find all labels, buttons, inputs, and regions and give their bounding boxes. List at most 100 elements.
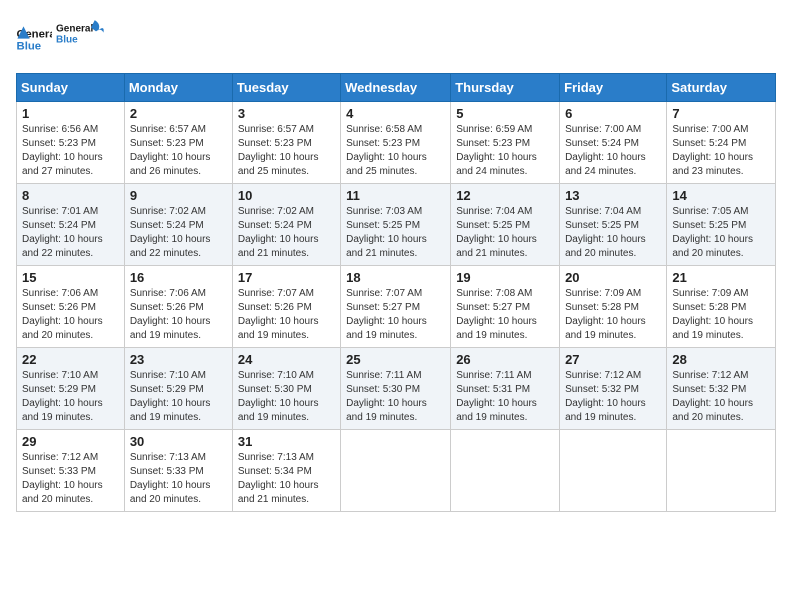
- daylight-label: Daylight: 10 hours and 22 minutes.: [130, 234, 211, 259]
- sunrise-label: Sunrise: 7:07 AM: [238, 288, 314, 299]
- sunset-label: Sunset: 5:23 PM: [22, 138, 96, 149]
- sunset-label: Sunset: 5:33 PM: [130, 466, 204, 477]
- daylight-label: Daylight: 10 hours and 20 minutes.: [565, 234, 646, 259]
- calendar-cell: 9 Sunrise: 7:02 AM Sunset: 5:24 PM Dayli…: [124, 184, 232, 266]
- calendar-cell: 1 Sunrise: 6:56 AM Sunset: 5:23 PM Dayli…: [17, 102, 125, 184]
- calendar-cell: 2 Sunrise: 6:57 AM Sunset: 5:23 PM Dayli…: [124, 102, 232, 184]
- sunset-label: Sunset: 5:34 PM: [238, 466, 312, 477]
- day-number: 5: [456, 106, 554, 121]
- daylight-label: Daylight: 10 hours and 19 minutes.: [130, 398, 211, 423]
- day-number: 16: [130, 270, 227, 285]
- cell-info: Sunrise: 7:12 AM Sunset: 5:33 PM Dayligh…: [22, 451, 119, 507]
- cell-info: Sunrise: 7:10 AM Sunset: 5:29 PM Dayligh…: [22, 369, 119, 425]
- cell-info: Sunrise: 7:11 AM Sunset: 5:31 PM Dayligh…: [456, 369, 554, 425]
- calendar-week-row: 8 Sunrise: 7:01 AM Sunset: 5:24 PM Dayli…: [17, 184, 776, 266]
- daylight-label: Daylight: 10 hours and 23 minutes.: [672, 152, 753, 177]
- daylight-label: Daylight: 10 hours and 19 minutes.: [565, 316, 646, 341]
- day-number: 19: [456, 270, 554, 285]
- sunrise-label: Sunrise: 7:08 AM: [456, 288, 532, 299]
- sunrise-label: Sunrise: 7:09 AM: [672, 288, 748, 299]
- calendar-day-header: Tuesday: [232, 74, 340, 102]
- sunset-label: Sunset: 5:32 PM: [672, 384, 746, 395]
- cell-info: Sunrise: 7:04 AM Sunset: 5:25 PM Dayligh…: [456, 205, 554, 261]
- logo-bird-icon: General Blue: [56, 16, 106, 56]
- cell-info: Sunrise: 7:04 AM Sunset: 5:25 PM Dayligh…: [565, 205, 661, 261]
- day-number: 4: [346, 106, 445, 121]
- calendar-day-header: Monday: [124, 74, 232, 102]
- cell-info: Sunrise: 7:10 AM Sunset: 5:29 PM Dayligh…: [130, 369, 227, 425]
- svg-text:Blue: Blue: [17, 40, 42, 52]
- daylight-label: Daylight: 10 hours and 19 minutes.: [565, 398, 646, 423]
- sunset-label: Sunset: 5:25 PM: [565, 220, 639, 231]
- daylight-label: Daylight: 10 hours and 25 minutes.: [238, 152, 319, 177]
- cell-info: Sunrise: 7:12 AM Sunset: 5:32 PM Dayligh…: [565, 369, 661, 425]
- sunset-label: Sunset: 5:23 PM: [346, 138, 420, 149]
- cell-info: Sunrise: 7:01 AM Sunset: 5:24 PM Dayligh…: [22, 205, 119, 261]
- sunset-label: Sunset: 5:24 PM: [22, 220, 96, 231]
- calendar-cell: 27 Sunrise: 7:12 AM Sunset: 5:32 PM Dayl…: [560, 348, 667, 430]
- sunrise-label: Sunrise: 7:04 AM: [565, 206, 641, 217]
- calendar-cell: 25 Sunrise: 7:11 AM Sunset: 5:30 PM Dayl…: [341, 348, 451, 430]
- calendar-header-row: SundayMondayTuesdayWednesdayThursdayFrid…: [17, 74, 776, 102]
- day-number: 1: [22, 106, 119, 121]
- cell-info: Sunrise: 7:11 AM Sunset: 5:30 PM Dayligh…: [346, 369, 445, 425]
- calendar-cell: 5 Sunrise: 6:59 AM Sunset: 5:23 PM Dayli…: [451, 102, 560, 184]
- day-number: 9: [130, 188, 227, 203]
- calendar-cell: 29 Sunrise: 7:12 AM Sunset: 5:33 PM Dayl…: [17, 430, 125, 512]
- calendar-cell: 31 Sunrise: 7:13 AM Sunset: 5:34 PM Dayl…: [232, 430, 340, 512]
- daylight-label: Daylight: 10 hours and 19 minutes.: [346, 398, 427, 423]
- calendar-cell: 8 Sunrise: 7:01 AM Sunset: 5:24 PM Dayli…: [17, 184, 125, 266]
- day-number: 20: [565, 270, 661, 285]
- logo: General Blue General Blue: [16, 16, 106, 61]
- day-number: 11: [346, 188, 445, 203]
- sunset-label: Sunset: 5:25 PM: [456, 220, 530, 231]
- sunset-label: Sunset: 5:28 PM: [565, 302, 639, 313]
- calendar-cell: 26 Sunrise: 7:11 AM Sunset: 5:31 PM Dayl…: [451, 348, 560, 430]
- cell-info: Sunrise: 7:00 AM Sunset: 5:24 PM Dayligh…: [565, 123, 661, 179]
- day-number: 15: [22, 270, 119, 285]
- calendar-cell: 3 Sunrise: 6:57 AM Sunset: 5:23 PM Dayli…: [232, 102, 340, 184]
- day-number: 31: [238, 434, 335, 449]
- day-number: 26: [456, 352, 554, 367]
- calendar-cell: 6 Sunrise: 7:00 AM Sunset: 5:24 PM Dayli…: [560, 102, 667, 184]
- sunset-label: Sunset: 5:30 PM: [238, 384, 312, 395]
- calendar-cell: 18 Sunrise: 7:07 AM Sunset: 5:27 PM Dayl…: [341, 266, 451, 348]
- cell-info: Sunrise: 6:59 AM Sunset: 5:23 PM Dayligh…: [456, 123, 554, 179]
- sunrise-label: Sunrise: 7:11 AM: [456, 370, 531, 381]
- calendar-cell: 16 Sunrise: 7:06 AM Sunset: 5:26 PM Dayl…: [124, 266, 232, 348]
- calendar-day-header: Saturday: [667, 74, 776, 102]
- svg-text:General: General: [56, 23, 93, 34]
- calendar-cell: 12 Sunrise: 7:04 AM Sunset: 5:25 PM Dayl…: [451, 184, 560, 266]
- cell-info: Sunrise: 7:05 AM Sunset: 5:25 PM Dayligh…: [672, 205, 770, 261]
- day-number: 25: [346, 352, 445, 367]
- calendar-cell: 22 Sunrise: 7:10 AM Sunset: 5:29 PM Dayl…: [17, 348, 125, 430]
- day-number: 30: [130, 434, 227, 449]
- daylight-label: Daylight: 10 hours and 19 minutes.: [456, 398, 537, 423]
- svg-text:Blue: Blue: [56, 35, 78, 46]
- calendar-cell: [667, 430, 776, 512]
- daylight-label: Daylight: 10 hours and 21 minutes.: [346, 234, 427, 259]
- calendar-cell: 19 Sunrise: 7:08 AM Sunset: 5:27 PM Dayl…: [451, 266, 560, 348]
- cell-info: Sunrise: 7:07 AM Sunset: 5:26 PM Dayligh…: [238, 287, 335, 343]
- cell-info: Sunrise: 7:00 AM Sunset: 5:24 PM Dayligh…: [672, 123, 770, 179]
- day-number: 7: [672, 106, 770, 121]
- daylight-label: Daylight: 10 hours and 21 minutes.: [238, 234, 319, 259]
- calendar-table: SundayMondayTuesdayWednesdayThursdayFrid…: [16, 73, 776, 512]
- sunset-label: Sunset: 5:26 PM: [130, 302, 204, 313]
- sunset-label: Sunset: 5:27 PM: [346, 302, 420, 313]
- sunrise-label: Sunrise: 7:04 AM: [456, 206, 532, 217]
- day-number: 28: [672, 352, 770, 367]
- sunrise-label: Sunrise: 7:07 AM: [346, 288, 422, 299]
- day-number: 24: [238, 352, 335, 367]
- daylight-label: Daylight: 10 hours and 22 minutes.: [22, 234, 103, 259]
- day-number: 21: [672, 270, 770, 285]
- daylight-label: Daylight: 10 hours and 19 minutes.: [456, 316, 537, 341]
- sunset-label: Sunset: 5:30 PM: [346, 384, 420, 395]
- calendar-day-header: Wednesday: [341, 74, 451, 102]
- cell-info: Sunrise: 7:07 AM Sunset: 5:27 PM Dayligh…: [346, 287, 445, 343]
- day-number: 10: [238, 188, 335, 203]
- day-number: 23: [130, 352, 227, 367]
- day-number: 29: [22, 434, 119, 449]
- day-number: 2: [130, 106, 227, 121]
- cell-info: Sunrise: 7:06 AM Sunset: 5:26 PM Dayligh…: [22, 287, 119, 343]
